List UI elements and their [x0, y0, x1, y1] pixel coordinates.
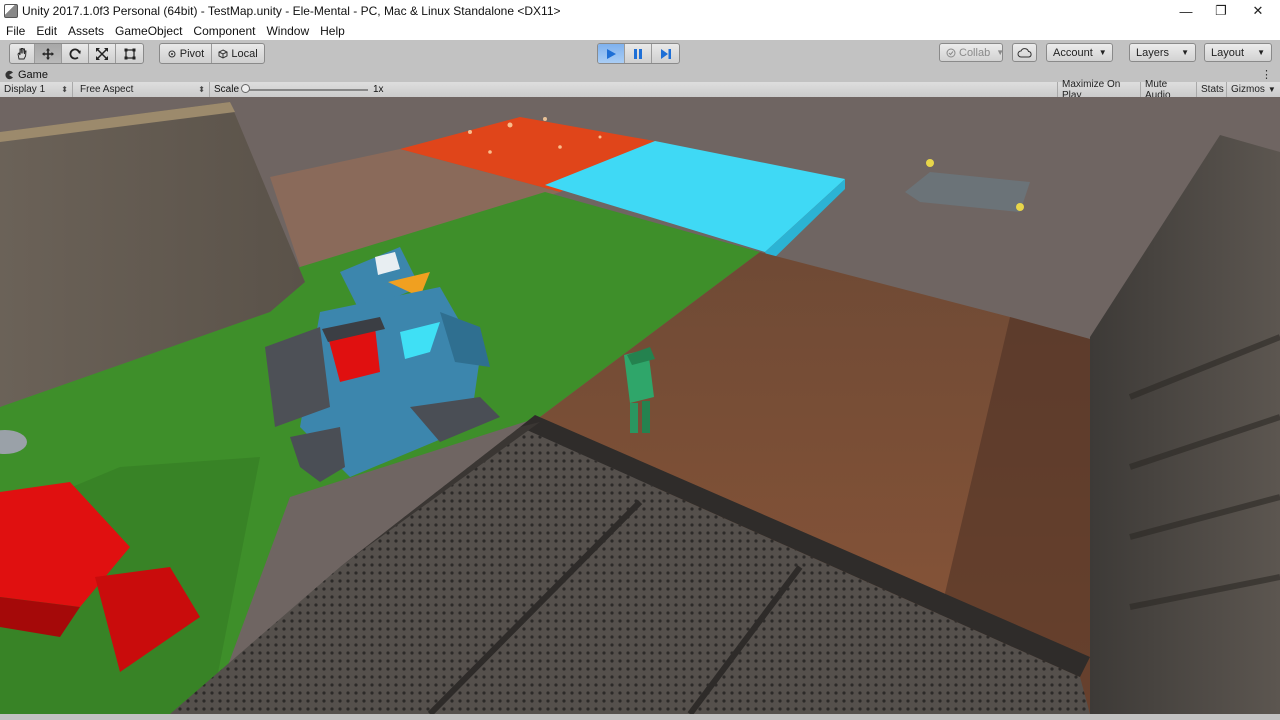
scale-icon	[96, 47, 108, 60]
scale-slider-track[interactable]	[246, 89, 368, 91]
minimize-button[interactable]: —	[1168, 0, 1204, 22]
menu-edit[interactable]: Edit	[30, 24, 62, 38]
transform-tools	[9, 43, 144, 64]
display-dropdown[interactable]: Display 1 ⬍	[0, 82, 73, 97]
move-icon	[42, 47, 54, 60]
stats-toggle[interactable]: Stats	[1196, 82, 1226, 97]
move-tool-button[interactable]	[35, 44, 62, 63]
game-view-bar: Display 1 ⬍ Free Aspect ⬍ Scale 1x Maxim…	[0, 79, 1280, 101]
account-label: Account	[1053, 46, 1093, 59]
gizmos-label: Gizmos	[1231, 84, 1265, 95]
scale-value: 1x	[373, 84, 384, 95]
gizmos-dropdown[interactable]: Gizmos ▼	[1226, 82, 1280, 97]
coin-pickup	[926, 159, 934, 167]
window-title: Unity 2017.1.0f3 Personal (64bit) - Test…	[22, 4, 561, 18]
unity-logo-icon	[4, 4, 18, 18]
maximize-on-play-toggle[interactable]: Maximize On Play	[1057, 79, 1140, 101]
maximize-button[interactable]: ❐	[1203, 0, 1239, 22]
pivot-icon	[168, 50, 176, 57]
aspect-label: Free Aspect	[80, 84, 134, 95]
chevron-down-icon: ▼	[1098, 48, 1107, 57]
coin-pickup	[1016, 203, 1024, 211]
play-icon	[607, 48, 616, 59]
updown-arrow-icon: ⬍	[198, 85, 205, 94]
chevron-down-icon: ▼	[1257, 48, 1265, 57]
tab-game[interactable]: Game	[4, 67, 48, 82]
collab-label: Collab	[959, 46, 991, 59]
pause-icon	[634, 48, 642, 59]
layout-label: Layout	[1211, 46, 1245, 59]
updown-arrow-icon: ⬍	[61, 85, 68, 94]
close-button[interactable]: ✕	[1240, 0, 1276, 22]
local-button[interactable]: Local	[212, 44, 264, 63]
menu-help[interactable]: Help	[314, 24, 350, 38]
pivot-label: Pivot	[179, 47, 205, 60]
stats-label: Stats	[1201, 84, 1224, 95]
display-label: Display 1	[4, 84, 46, 95]
step-icon	[660, 48, 671, 59]
play-controls	[597, 43, 680, 64]
chevron-down-icon: ▼	[1267, 85, 1276, 94]
scale-slider-thumb[interactable]	[241, 84, 250, 93]
rect-tool-button[interactable]	[116, 44, 143, 63]
layout-dropdown[interactable]: Layout ▼	[1204, 43, 1272, 62]
rotate-tool-button[interactable]	[62, 44, 89, 63]
chevron-down-icon: ▼	[1181, 48, 1189, 57]
panel-menu-icon[interactable]: ⋮	[1261, 68, 1272, 81]
scale-tool-button[interactable]	[89, 44, 116, 63]
account-dropdown[interactable]: Account ▼	[1046, 43, 1113, 62]
step-button[interactable]	[652, 44, 679, 63]
menu-assets[interactable]: Assets	[62, 24, 109, 38]
pause-button[interactable]	[625, 44, 652, 63]
bottom-edge	[0, 714, 1280, 720]
menu-gameobject[interactable]: GameObject	[109, 24, 187, 38]
game-viewport[interactable]	[0, 97, 1280, 714]
scale-label: Scale	[214, 84, 240, 95]
menu-file[interactable]: File	[0, 24, 30, 38]
play-button[interactable]	[598, 44, 625, 63]
aspect-dropdown[interactable]: Free Aspect ⬍	[76, 82, 210, 97]
pivot-button[interactable]: Pivot	[160, 44, 212, 63]
local-label: Local	[231, 47, 258, 60]
hand-icon	[17, 47, 27, 59]
tab-game-label: Game	[18, 68, 48, 81]
check-circle-icon	[946, 48, 956, 57]
layers-label: Layers	[1136, 46, 1170, 59]
menu-window[interactable]: Window	[260, 24, 314, 38]
local-icon	[218, 48, 228, 59]
layers-dropdown[interactable]: Layers ▼	[1129, 43, 1196, 62]
main-toolbar: Pivot Local Collab ▼ Account ▼ Layers ▼	[0, 40, 1280, 67]
game-scene	[0, 97, 1280, 714]
chevron-down-icon: ▼	[996, 48, 1005, 57]
game-pacman-icon	[5, 70, 13, 79]
hand-tool-button[interactable]	[10, 44, 35, 63]
title-bar: Unity 2017.1.0f3 Personal (64bit) - Test…	[0, 0, 1280, 22]
menu-bar: File Edit Assets GameObject Component Wi…	[0, 22, 1280, 40]
rect-icon	[124, 48, 135, 59]
mute-audio-toggle[interactable]: Mute Audio	[1140, 79, 1196, 101]
pivot-toggle-group: Pivot Local	[159, 43, 265, 64]
menu-component[interactable]: Component	[187, 24, 260, 38]
cloud-icon	[1017, 47, 1032, 57]
rotate-icon	[69, 48, 81, 59]
cloud-button[interactable]	[1012, 43, 1037, 62]
collab-dropdown[interactable]: Collab ▼	[939, 43, 1005, 62]
